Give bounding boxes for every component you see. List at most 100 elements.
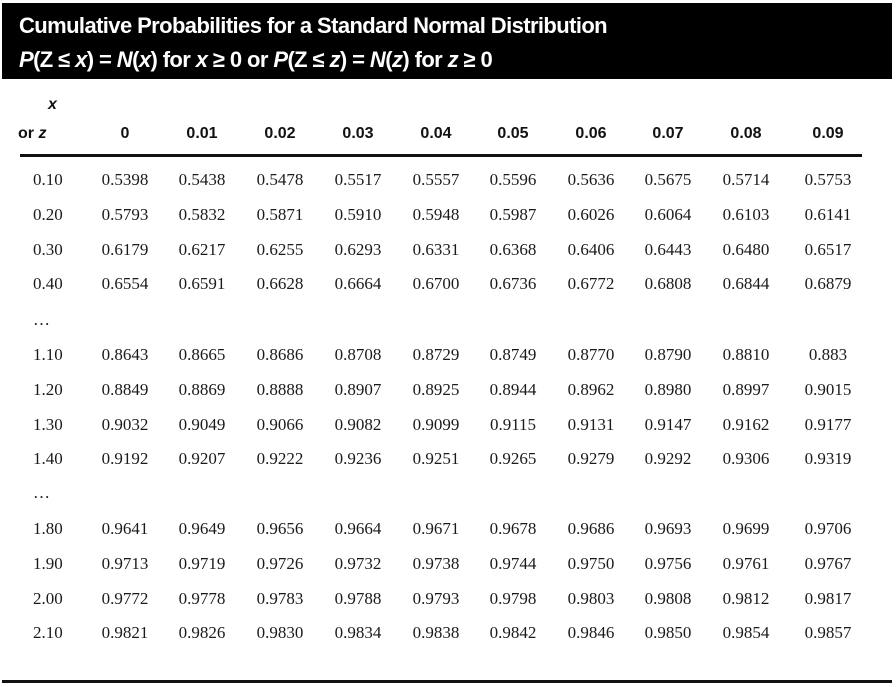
column-header: 0.04 — [420, 125, 452, 142]
probability-cell: 0.5871 — [256, 204, 304, 224]
probability-cell: 0.6480 — [722, 239, 770, 259]
probability-cell: 0.9066 — [256, 414, 304, 434]
probability-cell: 0.9693 — [644, 519, 692, 538]
row-label: 0.20 — [33, 204, 63, 224]
probability-cell: 0.9778 — [178, 588, 226, 608]
probability-cell: 0.8869 — [178, 379, 226, 399]
probability-cell: 0.9850 — [644, 623, 692, 643]
row-label: 2.00 — [33, 588, 63, 608]
probability-cell: 0.5714 — [722, 170, 770, 189]
row-header-or: or — [18, 125, 39, 142]
probability-cell: 0.6217 — [178, 239, 226, 259]
probability-cell: 0.8888 — [256, 379, 304, 399]
probability-cell: 0.6141 — [804, 204, 852, 224]
table-title: Cumulative Probabilities for a Standard … — [19, 13, 608, 38]
probability-cell: 0.6700 — [412, 274, 460, 294]
probability-cell: 0.9726 — [256, 553, 304, 573]
probability-cell: 0.9834 — [334, 623, 382, 643]
probability-cell: 0.9664 — [334, 519, 382, 538]
probability-cell: 0.8925 — [412, 379, 460, 399]
subtitle-part: ( — [132, 47, 139, 72]
probability-cell: 0.9015 — [804, 379, 852, 399]
probability-cell: 0.9857 — [804, 623, 852, 643]
probability-cell: 0.5596 — [489, 170, 537, 189]
probability-cell: 0.6772 — [567, 274, 615, 294]
probability-cell: 0.9744 — [489, 553, 537, 573]
probability-cell: 0.9772 — [101, 588, 149, 608]
probability-cell: 0.8849 — [101, 379, 149, 399]
probability-cell: 0.8665 — [178, 345, 226, 364]
row-label: 1.90 — [33, 553, 63, 573]
probability-cell: 0.6179 — [101, 239, 149, 259]
probability-cell: 0.9099 — [412, 414, 460, 434]
probability-cell: 0.6103 — [722, 204, 770, 224]
probability-cell: 0.9830 — [256, 623, 304, 643]
probability-cell: 0.6736 — [489, 274, 537, 294]
probability-cell: 0.9319 — [804, 449, 852, 469]
row-ellipsis: … — [33, 483, 50, 502]
row-label: 1.20 — [33, 379, 63, 399]
probability-cell: 0.9147 — [644, 414, 692, 434]
probability-cell: 0.9713 — [101, 553, 149, 573]
probability-cell: 0.8790 — [644, 345, 692, 364]
probability-cell: 0.5636 — [567, 170, 615, 189]
subtitle-part: ( — [385, 47, 392, 72]
row-label: 2.10 — [33, 623, 63, 643]
table-row: 2.10 0.9821 0.9826 0.9830 0.9834 0.9838 0.9842… — [0, 623, 896, 653]
probability-cell: 0.8962 — [567, 379, 615, 399]
probability-cell: 0.9656 — [256, 519, 304, 538]
probability-cell: 0.9251 — [412, 449, 460, 469]
probability-cell: 0.8643 — [101, 345, 149, 364]
row-label: 0.30 — [33, 239, 63, 259]
table-row: 1.80 0.9641 0.9649 0.9656 0.9664 0.9671 0.9678… — [0, 519, 896, 549]
probability-cell: 0.9265 — [489, 449, 537, 469]
row-label: 1.40 — [33, 449, 63, 469]
probability-cell: 0.5948 — [412, 204, 460, 224]
table-row: 1.90 0.9713 0.9719 0.9726 0.9732 0.9738 0.9744… — [0, 554, 896, 584]
probability-cell: 0.9306 — [722, 449, 770, 469]
probability-cell: 0.9177 — [804, 414, 852, 434]
probability-cell: 0.9854 — [722, 623, 770, 643]
table-row: 1.40 0.9192 0.9207 0.9222 0.9236 0.9251 0.9265… — [0, 449, 896, 479]
column-header: 0.06 — [575, 125, 607, 142]
subtitle-part: N — [116, 47, 133, 72]
probability-cell: 0.9699 — [722, 519, 770, 538]
probability-cell: 0.9817 — [804, 588, 852, 608]
table-row: 1.20 0.8849 0.8869 0.8888 0.8907 0.8925 0.8944… — [0, 380, 896, 410]
probability-cell: 0.9115 — [489, 414, 537, 434]
column-header-row: x or z 0 0.01 0.02 0.03 0.04 0.05 0.06 0.07 0.08… — [0, 92, 896, 156]
subtitle-part: (Z ≤ — [287, 47, 330, 72]
probability-cell: 0.8980 — [644, 379, 692, 399]
subtitle-part: z — [447, 47, 459, 72]
probability-cell: 0.8749 — [489, 345, 537, 364]
probability-cell: 0.9049 — [178, 414, 226, 434]
probability-cell: 0.9032 — [101, 414, 149, 434]
probability-cell: 0.883 — [808, 345, 848, 364]
probability-cell: 0.8907 — [334, 379, 382, 399]
column-header: 0.05 — [497, 125, 529, 142]
subtitle-part: (Z ≤ — [33, 47, 76, 72]
row-label: 0.40 — [33, 274, 63, 294]
probability-cell: 0.9279 — [567, 449, 615, 469]
probability-cell: 0.9738 — [412, 553, 460, 573]
probability-cell: 0.6255 — [256, 239, 304, 259]
probability-cell: 0.8810 — [722, 345, 770, 364]
probability-cell: 0.9838 — [412, 623, 460, 643]
probability-cell: 0.6879 — [804, 274, 852, 294]
row-header-or-z: or z — [18, 125, 46, 143]
probability-cell: 0.5793 — [101, 204, 149, 224]
probability-cell: 0.5753 — [804, 170, 852, 189]
probability-cell: 0.5398 — [101, 170, 149, 189]
row-label: 0.10 — [33, 170, 63, 189]
header-rule — [20, 154, 862, 157]
probability-cell: 0.9719 — [178, 553, 226, 573]
probability-cell: 0.9842 — [489, 623, 537, 643]
probability-cell: 0.9082 — [334, 414, 382, 434]
probability-cell: 0.5478 — [256, 170, 304, 189]
probability-cell: 0.6026 — [567, 204, 615, 224]
probability-cell: 0.8997 — [722, 379, 770, 399]
probability-cell: 0.9756 — [644, 553, 692, 573]
probability-cell: 0.6808 — [644, 274, 692, 294]
row-label: 1.80 — [33, 519, 63, 538]
table-row: 0.40 0.6554 0.6591 0.6628 0.6664 0.6700 0.6736… — [0, 274, 896, 304]
